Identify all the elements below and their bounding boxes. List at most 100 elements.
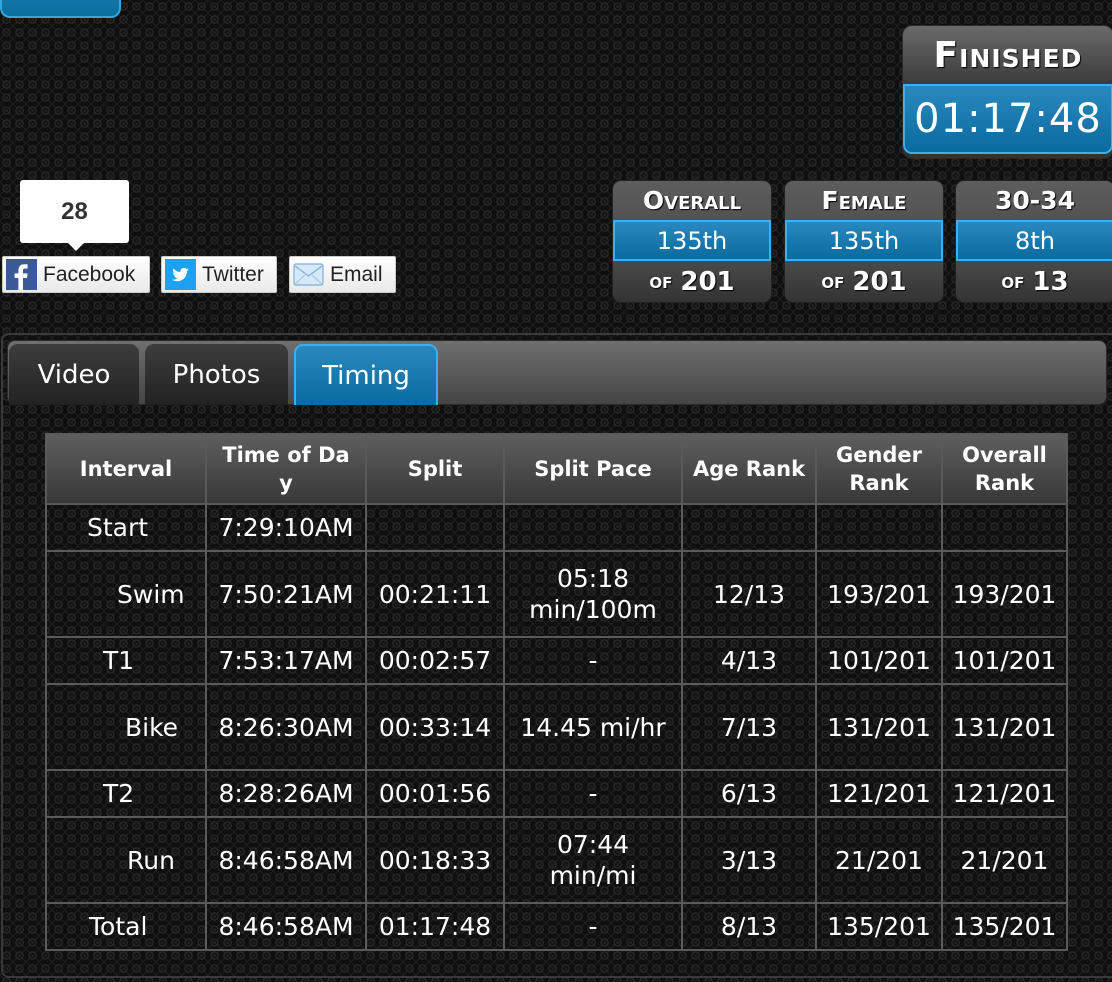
cell-overall-rank: 135/201 xyxy=(941,902,1068,951)
cell-split: 00:33:14 xyxy=(365,683,505,771)
cell-age-rank: 7/13 xyxy=(681,683,817,771)
cell-time-of-day: 8:28:26AM xyxy=(205,769,367,818)
table-row: T2 8:28:26AM 00:01:56 - 6/13 121/201 121… xyxy=(45,769,1068,818)
cell-time-of-day: 8:26:30AM xyxy=(205,683,367,771)
cell-split-pace: 05:18 min/100m xyxy=(503,550,683,638)
cell-interval: T2 xyxy=(45,769,207,818)
rank-value: 135th xyxy=(785,220,943,261)
cell-overall-rank: 21/201 xyxy=(941,816,1068,904)
cell-age-rank: 3/13 xyxy=(681,816,817,904)
age-group-rank-card: 30-34 8th of 13 xyxy=(956,181,1112,302)
rank-value: 8th xyxy=(956,220,1112,261)
cell-overall-rank: 193/201 xyxy=(941,550,1068,638)
email-share-button[interactable]: Email xyxy=(289,256,396,293)
cell-split-pace: - xyxy=(503,902,683,951)
rank-of-label: of xyxy=(649,269,673,294)
tab-timing[interactable]: Timing xyxy=(294,344,438,405)
cell-time-of-day: 7:50:21AM xyxy=(205,550,367,638)
cell-interval: Run xyxy=(45,816,207,904)
cell-split: 00:02:57 xyxy=(365,636,505,685)
header-overall-rank: Overall Rank xyxy=(941,433,1068,505)
cell-gender-rank: 121/201 xyxy=(815,769,943,818)
cell-interval: Swim xyxy=(45,550,207,638)
tab-video[interactable]: Video xyxy=(9,344,139,405)
cell-overall-rank: 101/201 xyxy=(941,636,1068,685)
cell-age-rank: 6/13 xyxy=(681,769,817,818)
cell-overall-rank: 131/201 xyxy=(941,683,1068,771)
rank-label: Overall xyxy=(642,186,742,215)
table-row: Bike 8:26:30AM 00:33:14 14.45 mi/hr 7/13… xyxy=(45,683,1068,771)
rank-of-value: 201 xyxy=(680,266,735,297)
top-nav-button[interactable] xyxy=(0,0,121,18)
table-row: Start 7:29:10AM xyxy=(45,503,1068,552)
table-row: Total 8:46:58AM 01:17:48 - 8/13 135/201 … xyxy=(45,902,1068,951)
email-icon xyxy=(293,259,324,290)
cell-gender-rank: 131/201 xyxy=(815,683,943,771)
cell-age-rank xyxy=(681,503,817,552)
cell-split-pace xyxy=(503,503,683,552)
cell-split: 00:01:56 xyxy=(365,769,505,818)
cell-time-of-day: 7:53:17AM xyxy=(205,636,367,685)
cell-split: 01:17:48 xyxy=(365,902,505,951)
header-split-pace: Split Pace xyxy=(503,433,683,505)
header-split: Split xyxy=(365,433,505,505)
header-gender-rank: Gender Rank xyxy=(815,433,943,505)
finished-label: Finished xyxy=(933,34,1083,76)
cell-split: 00:21:11 xyxy=(365,550,505,638)
cell-split: 00:18:33 xyxy=(365,816,505,904)
cell-gender-rank xyxy=(815,503,943,552)
table-header-row: Interval Time of Da y Split Split Pace A… xyxy=(45,433,1068,505)
cell-split-pace: - xyxy=(503,769,683,818)
twitter-label: Twitter xyxy=(202,262,264,286)
cell-split-pace: 14.45 mi/hr xyxy=(503,683,683,771)
rank-of-label: of xyxy=(1001,269,1025,294)
cell-age-rank: 4/13 xyxy=(681,636,817,685)
cell-interval: Total xyxy=(45,902,207,951)
rank-total: of 201 xyxy=(613,261,771,302)
overall-rank-card: Overall 135th of 201 xyxy=(613,181,771,302)
rank-total: of 13 xyxy=(956,261,1112,302)
cell-gender-rank: 21/201 xyxy=(815,816,943,904)
share-count-bubble: 28 xyxy=(20,180,129,251)
rank-value: 135th xyxy=(613,220,771,261)
cell-gender-rank: 101/201 xyxy=(815,636,943,685)
cell-overall-rank xyxy=(941,503,1068,552)
gender-rank-card: Female 135th of 201 xyxy=(785,181,943,302)
rank-of-value: 201 xyxy=(852,266,907,297)
rank-label: Female xyxy=(821,186,907,215)
cell-time-of-day: 8:46:58AM xyxy=(205,902,367,951)
cell-interval: Bike xyxy=(45,683,207,771)
cell-interval: T1 xyxy=(45,636,207,685)
facebook-share-button[interactable]: Facebook xyxy=(2,256,150,293)
cell-age-rank: 12/13 xyxy=(681,550,817,638)
cell-gender-rank: 193/201 xyxy=(815,550,943,638)
table-row: Run 8:46:58AM 00:18:33 07:44 min/mi 3/13… xyxy=(45,816,1068,904)
cell-overall-rank: 121/201 xyxy=(941,769,1068,818)
rank-total: of 201 xyxy=(785,261,943,302)
email-label: Email xyxy=(330,262,383,286)
cell-split-pace: - xyxy=(503,636,683,685)
rank-of-label: of xyxy=(821,269,845,294)
table-row: T1 7:53:17AM 00:02:57 - 4/13 101/201 101… xyxy=(45,636,1068,685)
cell-gender-rank: 135/201 xyxy=(815,902,943,951)
cell-time-of-day: 8:46:58AM xyxy=(205,816,367,904)
header-time-of-day: Time of Da y xyxy=(205,433,367,505)
twitter-icon xyxy=(165,259,196,290)
cell-time-of-day: 7:29:10AM xyxy=(205,503,367,552)
timing-table: Interval Time of Da y Split Split Pace A… xyxy=(45,433,1068,951)
tab-photos[interactable]: Photos xyxy=(145,344,288,405)
twitter-share-button[interactable]: Twitter xyxy=(161,256,277,293)
table-row: Swim 7:50:21AM 00:21:11 05:18 min/100m 1… xyxy=(45,550,1068,638)
header-age-rank: Age Rank xyxy=(681,433,817,505)
cell-split-pace: 07:44 min/mi xyxy=(503,816,683,904)
finished-time: 01:17:48 xyxy=(903,84,1112,154)
cell-interval: Start xyxy=(45,503,207,552)
cell-split xyxy=(365,503,505,552)
facebook-icon xyxy=(6,259,37,290)
facebook-label: Facebook xyxy=(43,262,136,286)
finished-time-card: Finished 01:17:48 xyxy=(903,26,1112,158)
rank-of-value: 13 xyxy=(1032,266,1069,297)
cell-age-rank: 8/13 xyxy=(681,902,817,951)
header-interval: Interval xyxy=(45,433,207,505)
rank-label: 30-34 xyxy=(995,186,1075,215)
